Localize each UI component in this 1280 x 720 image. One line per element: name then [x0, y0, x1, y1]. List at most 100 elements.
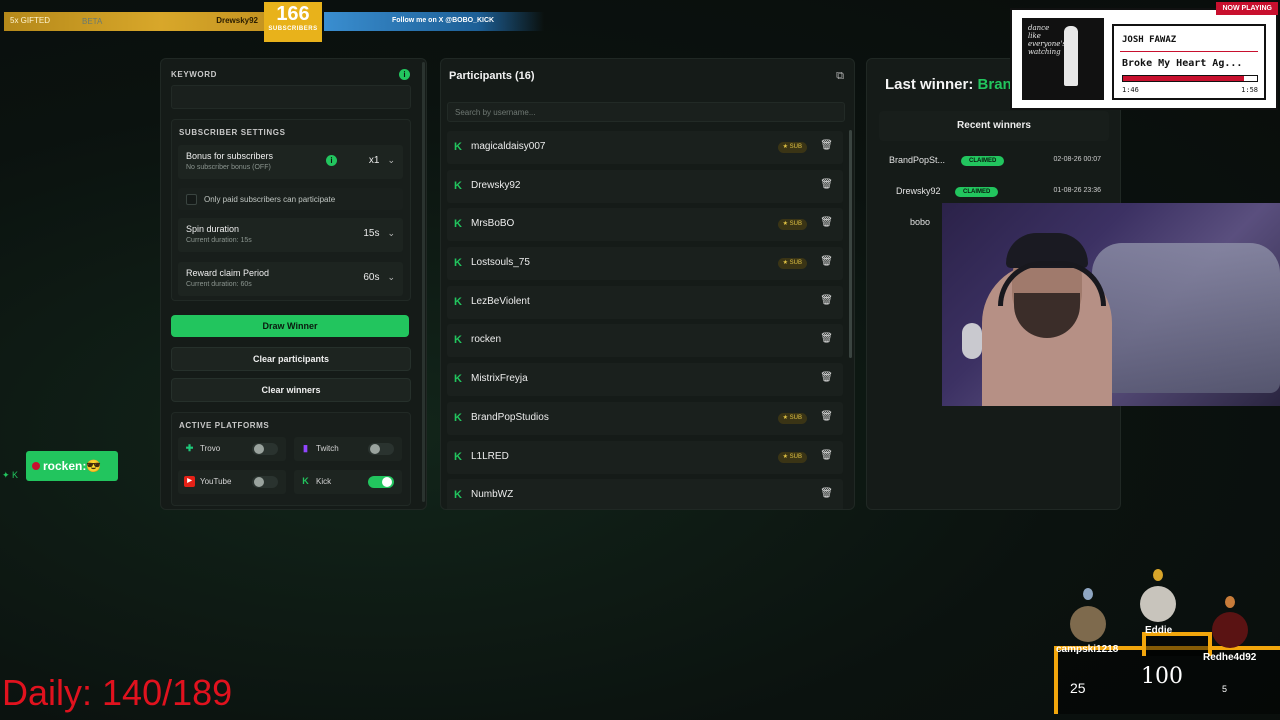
sub-badge: ★ SUB [777, 219, 807, 231]
background-car [1092, 243, 1280, 393]
reward-value: 60s [363, 272, 380, 283]
platform-kick: K Kick [294, 470, 402, 494]
participant-row: Kmagicaldaisy007 ★ SUB 🗑 [447, 131, 843, 164]
participant-row: K LezBeViolent 🗑 [447, 285, 843, 319]
last-winner-heading: Last winner: Brand [885, 76, 1021, 93]
participant-search-input[interactable]: Search by username... [447, 102, 845, 122]
subscriber-label: SUBSCRIBERS [268, 26, 318, 32]
second-place-name: campski1218 [1056, 644, 1119, 655]
gift-user-text: Drewsky92 [216, 16, 258, 25]
trovo-icon: ✚ [185, 443, 194, 453]
reward-title: Reward claim Period [186, 268, 270, 278]
spin-title: Spin duration [186, 224, 240, 234]
kick-icon: K [454, 295, 462, 308]
participant-row: K MistrixFreyja 🗑 [447, 363, 843, 397]
trash-icon[interactable]: 🗑 [820, 372, 833, 383]
trash-icon[interactable]: 🗑 [820, 450, 833, 461]
leaderboard-podium: campski1218 Eddie Redhe4d92 25 100 5 [1046, 568, 1280, 720]
chat-popup-text: rocken: [43, 459, 87, 473]
platform-name: Kick [316, 477, 332, 486]
now-playing-widget: NOW PLAYING dance like everyone's watchi… [1010, 2, 1278, 110]
active-platforms-section: ACTIVE PLATFORMS ✚ Trovo ▮ Twitch ▶ YouT… [171, 412, 411, 506]
platform-name: Trovo [200, 444, 221, 453]
trovo-toggle[interactable] [252, 443, 278, 455]
clear-participants-button[interactable]: Clear participants [171, 347, 411, 371]
third-place-value: 5 [1222, 684, 1228, 694]
winner-date: 02-08-26 00:07 [1053, 156, 1101, 163]
keyword-input[interactable] [171, 85, 411, 109]
chat-badge-icons: ✦ K [2, 470, 19, 480]
platform-name: Twitch [316, 444, 339, 453]
trash-icon[interactable]: 🗑 [820, 488, 833, 499]
participant-row: Krocken 🗑 [447, 324, 843, 358]
chevron-down-icon: ⌄ [387, 228, 395, 238]
participant-name: MrsBoBO [471, 218, 515, 230]
participant-name: rocken [471, 334, 502, 346]
trash-icon[interactable]: 🗑 [820, 179, 833, 190]
spin-duration-select[interactable]: 15s ⌄ [363, 228, 395, 239]
subscriber-settings-label: SUBSCRIBER SETTINGS [179, 128, 286, 137]
participants-scrollbar[interactable] [849, 130, 852, 358]
copy-icon[interactable]: ⧉ [836, 70, 844, 83]
participant-row: K MrsBoBO ★ SUB 🗑 [447, 208, 843, 242]
paid-only-checkbox[interactable] [186, 194, 197, 205]
winner-name: bobo [910, 217, 931, 227]
bonus-title: Bonus for subscribers [186, 151, 274, 161]
participant-name: L1LRED [471, 450, 509, 462]
now-playing-badge: NOW PLAYING [1216, 2, 1278, 15]
platform-youtube: ▶ YouTube [178, 470, 286, 494]
avatar [1212, 612, 1248, 648]
settings-scrollbar[interactable] [422, 62, 425, 502]
sub-badge: ★ SUB [777, 142, 807, 153]
avatar [1070, 606, 1106, 642]
first-place-value: 100 [1141, 664, 1183, 689]
kick-toggle[interactable] [368, 476, 394, 488]
kick-icon: K [454, 141, 462, 153]
trash-icon[interactable]: 🗑 [820, 256, 833, 267]
divider [1120, 51, 1258, 52]
trash-icon[interactable]: 🗑 [820, 411, 833, 422]
trash-icon[interactable]: 🗑 [820, 333, 833, 344]
info-icon[interactable]: i [399, 69, 410, 80]
kick-icon: K [454, 179, 462, 192]
kick-icon: K [454, 373, 462, 386]
microphone-icon [962, 323, 982, 359]
bonus-info-icon[interactable]: i [326, 155, 337, 166]
draw-winner-button[interactable]: Draw Winner [171, 315, 409, 337]
follow-banner: Follow me on X @BOBO_KICK [324, 12, 544, 31]
clear-winners-button[interactable]: Clear winners [171, 378, 411, 402]
reward-period-select[interactable]: 60s ⌄ [363, 272, 395, 283]
participant-row: K Lostsouls_75 ★ SUB 🗑 [447, 247, 843, 281]
trash-icon[interactable]: 🗑 [820, 217, 833, 228]
bonus-subscribers-row: Bonus for subscribers No subscriber bonu… [178, 145, 403, 179]
bonus-multiplier-select[interactable]: x1 ⌄ [369, 155, 395, 166]
third-place-name: Redhe4d92 [1203, 652, 1257, 663]
trash-icon[interactable]: 🗑 [820, 140, 833, 151]
winner-name: Drewsky92 [896, 186, 941, 196]
twitch-toggle[interactable] [368, 443, 394, 455]
winner-date: 01-08-26 23:36 [1053, 187, 1101, 194]
paid-only-label: Only paid subscribers can participate [204, 195, 336, 204]
kick-icon: K [454, 489, 462, 502]
participant-name: Lostsouls_75 [471, 257, 530, 269]
participant-row: K BrandPopStudios ★ SUB 🗑 [447, 401, 843, 435]
youtube-icon: ▶ [184, 476, 195, 487]
participants-title: Participants (16) [449, 70, 535, 82]
kick-icon: K [302, 476, 309, 486]
silver-medal-icon [1083, 588, 1093, 600]
gold-medal-icon [1153, 569, 1163, 581]
winner-name: BrandPopSt... [889, 155, 946, 165]
track-progress-bar [1122, 75, 1258, 82]
bonus-value: x1 [368, 155, 380, 166]
kick-icon: K [454, 257, 462, 270]
kick-icon: K [454, 450, 462, 463]
paid-only-row[interactable]: Only paid subscribers can participate [178, 188, 403, 210]
keyword-label: KEYWORD [171, 70, 217, 79]
chat-popup: rocken:😎 [26, 451, 118, 481]
album-art-text: dance like everyone's watching [1028, 24, 1066, 56]
participant-row: K NumbWZ 🗑 [447, 479, 843, 509]
youtube-toggle[interactable] [252, 476, 278, 488]
second-place-value: 25 [1070, 680, 1086, 696]
trash-icon[interactable]: 🗑 [820, 295, 833, 306]
track-card: JOSH FAWAZ Broke My Heart Ag... 1:46 1:5… [1112, 24, 1266, 100]
